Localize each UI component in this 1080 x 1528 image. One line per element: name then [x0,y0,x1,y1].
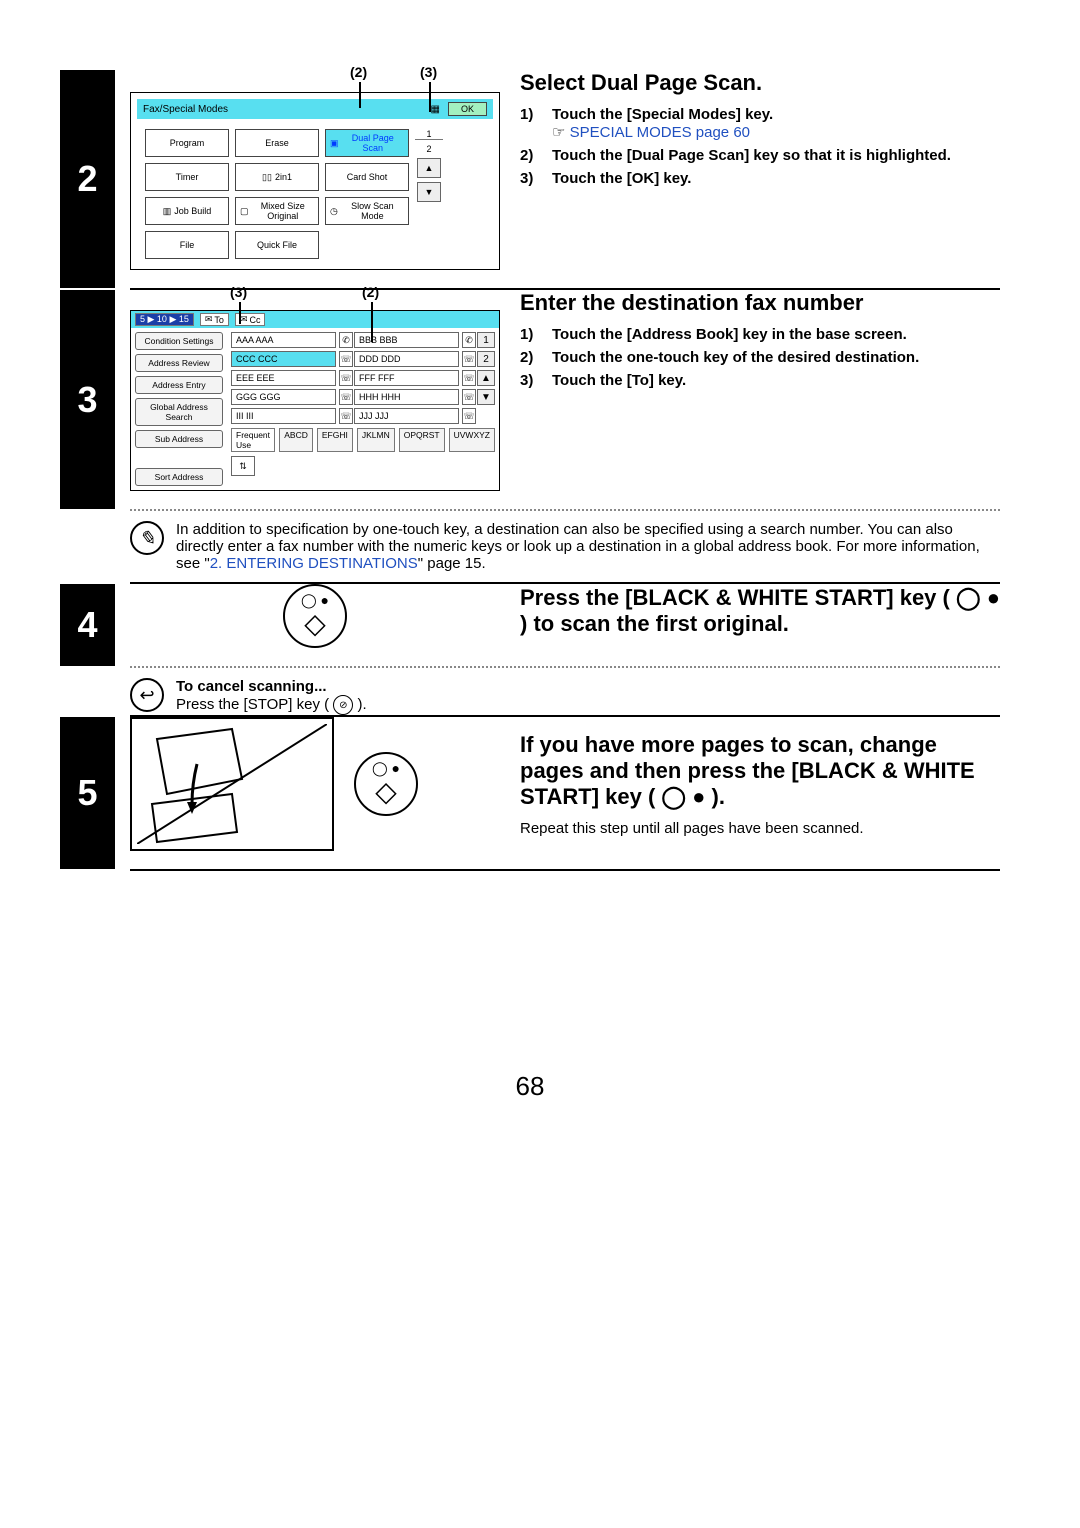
type-icon: ☏ [462,351,476,367]
ab-topbar: 5 ▶ 10 ▶ 15 ✉ To ✉ Cc [131,311,499,328]
twoin1-button[interactable]: ▯▯2in1 [235,163,319,191]
doc-icon: ▢ [240,206,249,217]
step3-note: ✎ In addition to specification by one-to… [130,509,1000,582]
mixed-size-button[interactable]: ▢Mixed Size Original [235,197,319,225]
dual-page-scan-button[interactable]: ▣Dual Page Scan [325,129,409,157]
contact[interactable]: DDD DDD [354,351,459,367]
ab-sidebar: Condition Settings Address Review Addres… [131,328,227,490]
start-button-icon: ◯ ● ◇ [283,584,347,648]
alpha-tabs: Frequent Use ABCD EFGHI JKLMN OPQRST UVW… [231,428,495,452]
tab[interactable]: JKLMN [357,428,395,452]
type-icon: ☏ [339,389,353,405]
contact[interactable]: JJJ JJJ [354,408,459,424]
tab[interactable]: Frequent Use [231,428,275,452]
address-book-screenshot: (3) (2) 5 ▶ 10 ▶ 15 ✉ To ✉ Cc Co [130,290,500,491]
contact[interactable]: III III [231,408,336,424]
page-num: 1 [477,332,495,348]
page-indicator: 1 2 ▲ ▼ [415,129,443,225]
special-modes-screenshot: (2) (3) Fax/Special Modes ▦ OK [130,70,500,270]
page-up[interactable]: ▲ [477,370,495,386]
sort-icon[interactable]: ⇅ [231,456,255,476]
step5-sub: Repeat this step until all pages have be… [520,820,1000,837]
step-number: 3 [60,290,115,509]
callout-2: (2) [362,284,379,300]
contact[interactable]: HHH HHH [354,389,459,405]
type-icon: ☏ [339,408,353,424]
erase-button[interactable]: Erase [235,129,319,157]
range: 5 ▶ 10 ▶ 15 [135,313,194,326]
callout-3: (3) [230,284,247,300]
ab-grid: AAA AAA✆ BBB BBB✆ 1 CCC CCC☏ DDD DDD☏ 2 … [231,332,495,424]
tab[interactable]: OPQRST [399,428,445,452]
type-icon: ☏ [462,389,476,405]
step3-title: Enter the destination fax number [520,290,1000,316]
ok-button[interactable]: OK [448,102,487,116]
panel-titlebar: Fax/Special Modes ▦ OK [137,99,493,119]
tab[interactable]: EFGHI [317,428,353,452]
sort-address[interactable]: Sort Address [135,468,223,486]
condition-settings[interactable]: Condition Settings [135,332,223,350]
type-icon: ☏ [462,408,476,424]
tab[interactable]: UVWXYZ [449,428,495,452]
back-icon: ↩ [130,678,164,712]
timer-button[interactable]: Timer [145,163,229,191]
slowscan-button[interactable]: ◷Slow Scan Mode [325,197,409,225]
address-entry[interactable]: Address Entry [135,376,223,394]
entering-destinations-link[interactable]: 2. ENTERING DESTINATIONS [210,555,418,572]
to-tab[interactable]: ✉ To [200,313,229,326]
stack-icon: ▥ [163,206,172,217]
special-modes-link[interactable]: SPECIAL MODES [570,124,692,141]
stop-icon: ⊘ [333,695,353,715]
type-icon: ✆ [462,332,476,348]
book-icon: ▣ [330,138,339,149]
step-3: 3 (3) (2) 5 ▶ 10 ▶ 15 ✉ To ✉ Cc [60,290,1000,509]
page-down[interactable]: ▼ [477,389,495,405]
step4-cancel-note: ↩ To cancel scanning... Press the [STOP]… [130,666,1000,715]
page-icon: ▦ [431,104,440,115]
pages-icon: ▯▯ [262,172,272,183]
panel-title: Fax/Special Modes [143,104,228,115]
clock-icon: ◷ [330,206,338,217]
step-2: 2 (2) (3) Fax/Special Modes ▦ [60,70,1000,288]
page-down-button[interactable]: ▼ [417,182,441,202]
contact-selected[interactable]: CCC CCC [231,351,336,367]
start-button-icon: ◯ ● ◇ [354,752,418,816]
contact[interactable]: GGG GGG [231,389,336,405]
step-number: 2 [60,70,115,288]
step-number: 4 [60,584,115,666]
info-icon: ✎ [130,521,164,555]
program-button[interactable]: Program [145,129,229,157]
quickfile-button[interactable]: Quick File [235,231,319,259]
page-num: 2 [477,351,495,367]
address-review[interactable]: Address Review [135,354,223,372]
jobbuild-button[interactable]: ▥Job Build [145,197,229,225]
sub-address[interactable]: Sub Address [135,430,223,448]
page-up-button[interactable]: ▲ [417,158,441,178]
scanner-diagram [130,717,334,851]
step5-title: If you have more pages to scan, change p… [520,732,1000,810]
callout-2: (2) [350,64,367,80]
callout-3: (3) [420,64,437,80]
cardshot-button[interactable]: Card Shot [325,163,409,191]
global-search[interactable]: Global Address Search [135,398,223,426]
type-icon: ☏ [462,370,476,386]
contact[interactable]: EEE EEE [231,370,336,386]
type-icon: ☏ [339,351,353,367]
page-number: 68 [60,1071,1000,1102]
type-icon: ✆ [339,332,353,348]
step-5: 5 ◯ ● ◇ [60,717,1000,869]
step4-title: Press the [BLACK & WHITE START] key ( ◯ … [520,585,1000,637]
step2-title: Select Dual Page Scan. [520,70,1000,96]
tab[interactable]: ABCD [279,428,313,452]
contact[interactable]: FFF FFF [354,370,459,386]
file-button[interactable]: File [145,231,229,259]
contact[interactable]: AAA AAA [231,332,336,348]
step-number: 5 [60,717,115,869]
type-icon: ☏ [339,370,353,386]
pointer-icon: ☞ [552,124,565,141]
step-4: 4 ◯ ● ◇ Press the [BLACK & WHITE START] … [60,584,1000,666]
